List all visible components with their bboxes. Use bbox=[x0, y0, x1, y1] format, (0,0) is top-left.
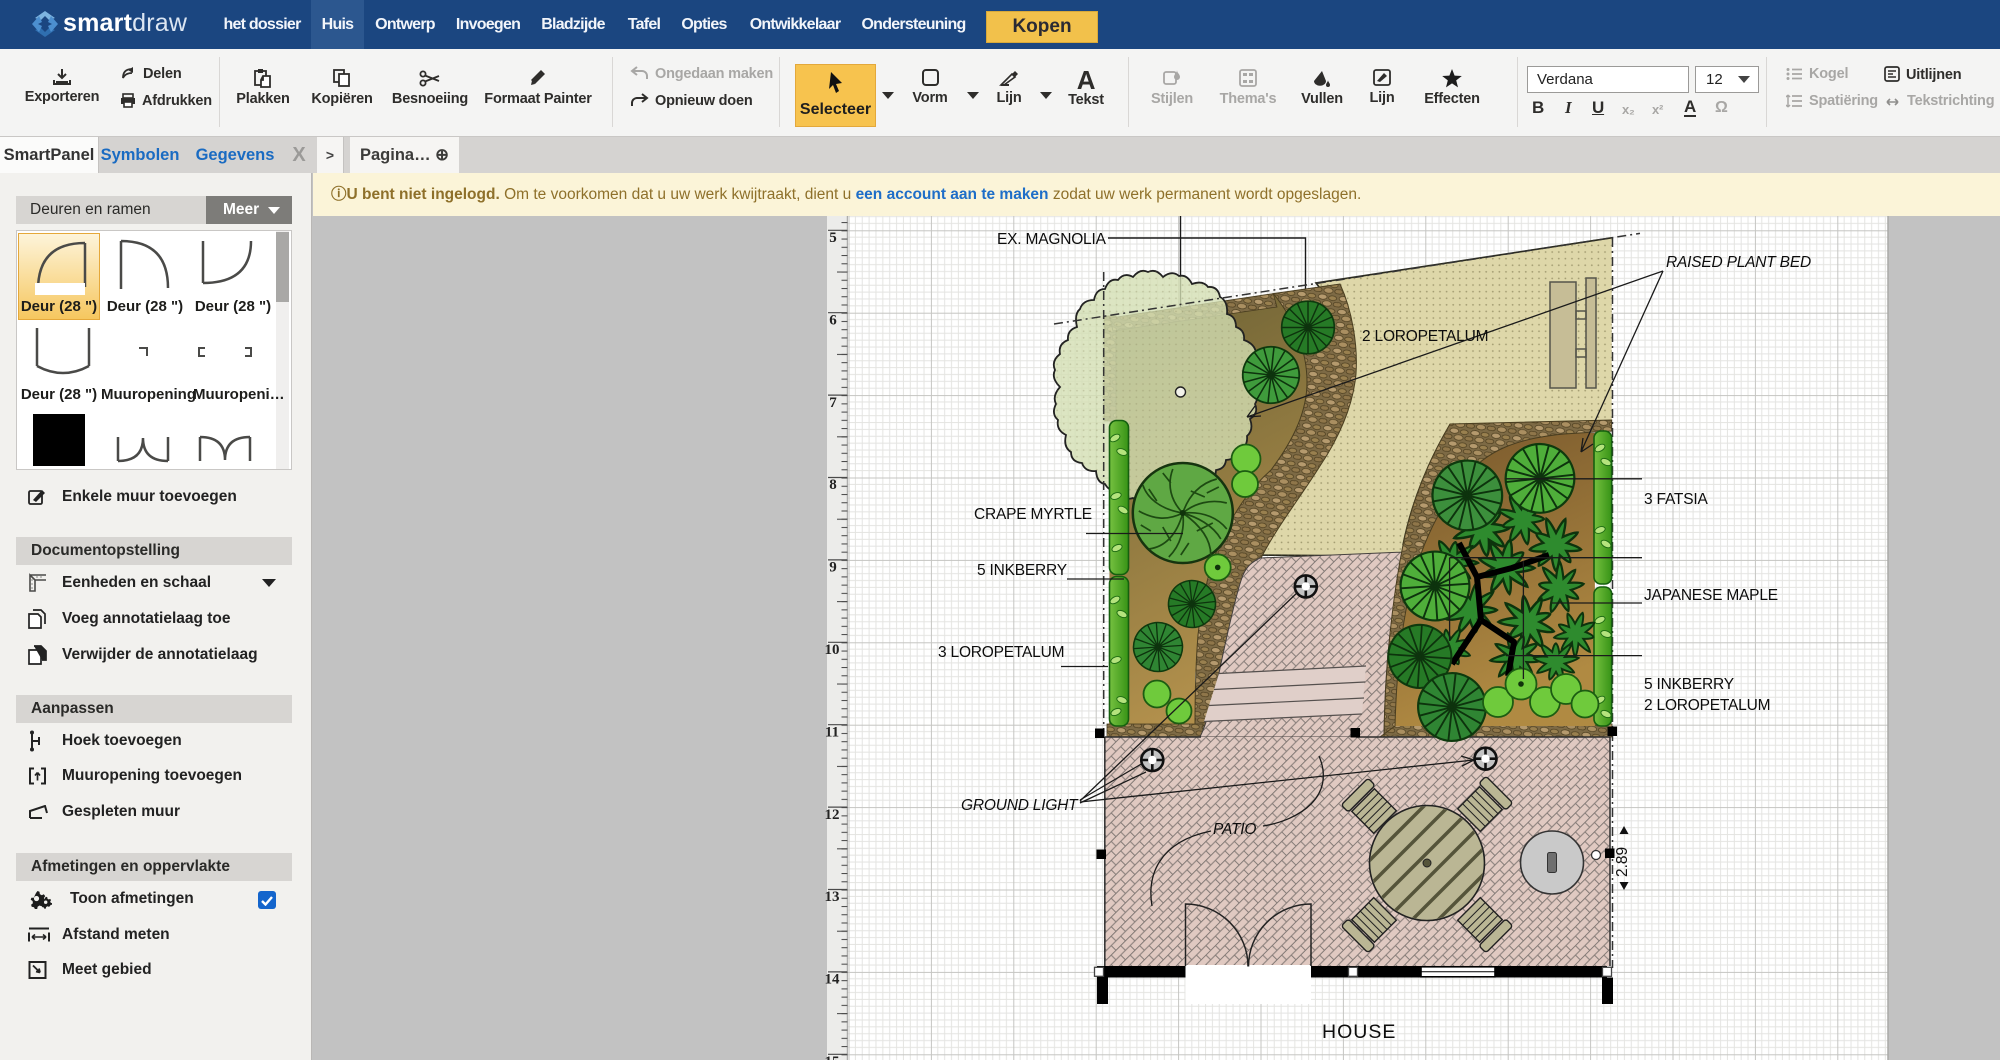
svg-text:8: 8 bbox=[829, 477, 837, 493]
svg-text:13: 13 bbox=[825, 889, 840, 905]
svg-text:CRAPE MYRTLE: CRAPE MYRTLE bbox=[974, 506, 1092, 523]
svg-text:14: 14 bbox=[825, 972, 841, 988]
svg-text:9: 9 bbox=[829, 560, 837, 576]
svg-text:5 INKBERRY: 5 INKBERRY bbox=[1644, 676, 1734, 693]
svg-text:5: 5 bbox=[829, 230, 837, 246]
svg-text:2 LOROPETALUM: 2 LOROPETALUM bbox=[1362, 328, 1488, 345]
svg-text:2.89: 2.89 bbox=[1614, 847, 1631, 877]
svg-text:12: 12 bbox=[825, 807, 840, 823]
svg-text:5 INKBERRY: 5 INKBERRY bbox=[977, 562, 1067, 579]
svg-text:10: 10 bbox=[825, 642, 840, 658]
svg-text:7: 7 bbox=[829, 395, 837, 411]
svg-text:HOUSE: HOUSE bbox=[1322, 1021, 1396, 1043]
svg-text:11: 11 bbox=[825, 724, 839, 740]
svg-text:15: 15 bbox=[825, 1054, 840, 1060]
svg-text:6: 6 bbox=[829, 312, 837, 328]
svg-text:3 FATSIA: 3 FATSIA bbox=[1644, 491, 1708, 508]
svg-text:JAPANESE MAPLE: JAPANESE MAPLE bbox=[1644, 587, 1778, 604]
svg-text:PATIO: PATIO bbox=[1213, 821, 1256, 838]
svg-text:GROUND LIGHT: GROUND LIGHT bbox=[961, 797, 1079, 814]
svg-text:EX. MAGNOLIA: EX. MAGNOLIA bbox=[997, 231, 1107, 248]
svg-text:3 LOROPETALUM: 3 LOROPETALUM bbox=[938, 644, 1064, 661]
svg-text:2 LOROPETALUM: 2 LOROPETALUM bbox=[1644, 697, 1770, 714]
svg-text:RAISED PLANT BED: RAISED PLANT BED bbox=[1666, 254, 1811, 271]
